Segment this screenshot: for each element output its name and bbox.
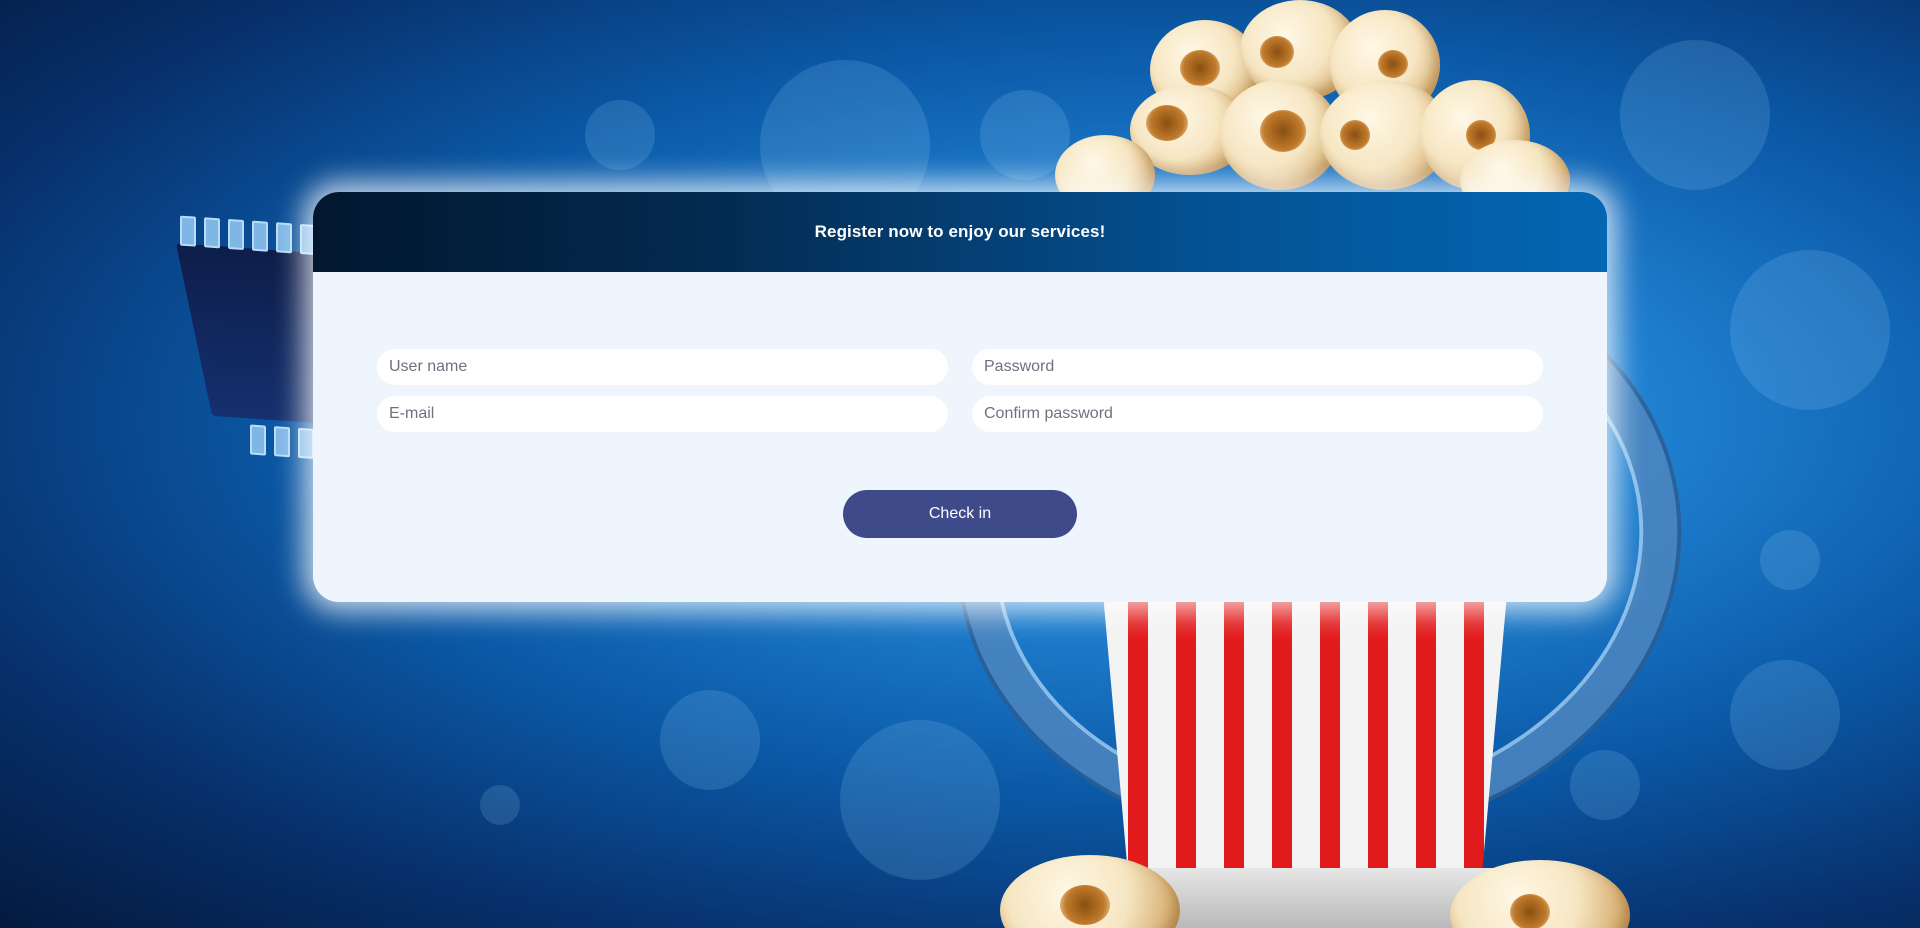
bokeh-light (1620, 40, 1770, 190)
card-header: Register now to enjoy our services! (313, 192, 1607, 272)
page-title: Register now to enjoy our services! (814, 222, 1106, 241)
bokeh-light (1730, 660, 1840, 770)
registration-card: Register now to enjoy our services! Chec… (313, 192, 1607, 602)
bokeh-light (840, 720, 1000, 880)
bokeh-light (1730, 250, 1890, 410)
bokeh-light (480, 785, 520, 825)
bokeh-light (660, 690, 760, 790)
confirm-password-input[interactable] (972, 396, 1543, 432)
password-input[interactable] (972, 349, 1543, 385)
email-input[interactable] (377, 396, 948, 432)
bokeh-light (1570, 750, 1640, 820)
check-in-button[interactable]: Check in (843, 490, 1077, 538)
bokeh-light (1760, 530, 1820, 590)
username-input[interactable] (377, 349, 948, 385)
bokeh-light (585, 100, 655, 170)
registration-form (377, 349, 1544, 432)
